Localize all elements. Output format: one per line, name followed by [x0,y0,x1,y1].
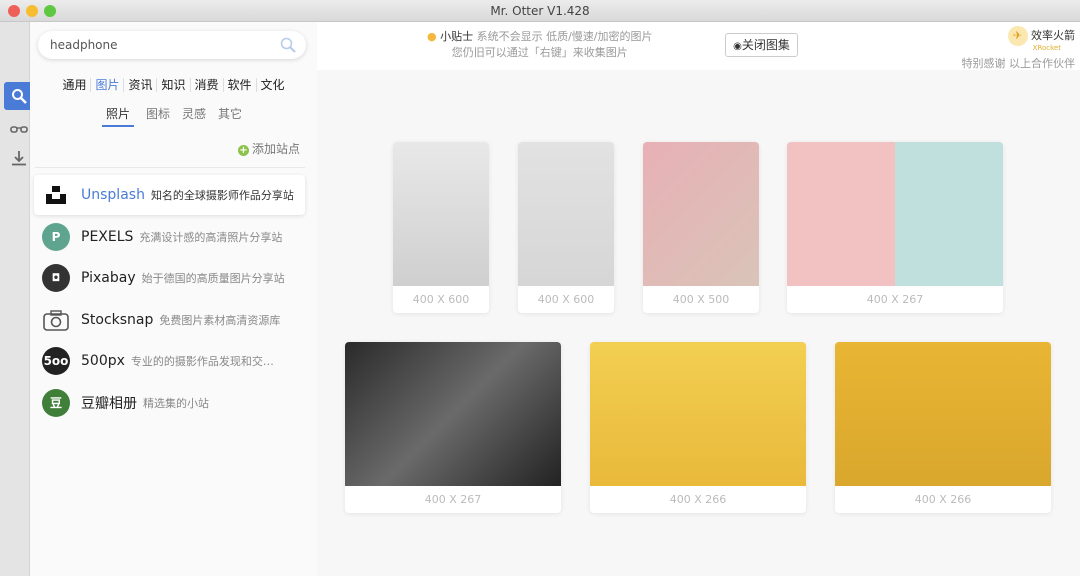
subcategory-tab[interactable]: 照片 [102,105,135,127]
download-icon [11,151,26,166]
site-logo-icon: 5oo [42,347,70,375]
site-item[interactable]: Unsplash 知名的全球摄影师作品分享站 [34,175,305,215]
tip: ● 小贴士 系统不会显示 低质/慢速/加密的图片 您仍旧可以通过「右键」来收集图… [427,29,653,61]
site-item[interactable]: 豆豆瓣相册 精选集的小站 [34,383,305,423]
site-name: PEXELS [81,228,134,245]
glasses-icon [9,126,28,133]
image-size: 400 X 267 [424,493,482,506]
image-size: 400 X 266 [669,493,727,506]
title-bar: Mr. Otter V1.428 [0,0,1080,22]
site-item[interactable]: P PEXELS 充满设计感的高清照片分享站 [34,217,305,257]
site-desc: 专业的的摄影作品发现和交易平台 [130,355,281,368]
image-thumbnail[interactable] [787,142,1003,286]
image-card[interactable]: 400 X 267 [345,342,561,513]
tip-line1: 系统不会显示 低质/慢速/加密的图片 [476,30,653,43]
site-name: 豆瓣相册 [81,395,137,412]
site-desc: 免费图片素材高清资源库 [159,313,281,327]
site-item[interactable]: ◘ Pixabay 始于德国的高质量图片分享站 [34,258,305,298]
subcategory-tab[interactable]: 图标 [146,105,170,127]
close-gallery-label: 关闭图集 [741,38,790,52]
site-name: Pixabay [81,270,136,286]
image-thumbnail[interactable] [835,342,1051,486]
category-tab[interactable]: 通用 [58,78,90,92]
minimize-window-button[interactable] [26,5,38,17]
partner-thanks: 特别感谢 以上合作伙伴 [961,57,1076,70]
subcategory-tabs: 照片 图标 灵感 其它 [102,105,242,127]
image-thumbnail[interactable] [393,142,489,286]
category-tab[interactable]: 知识 [156,78,190,92]
category-tab[interactable]: 图片 [90,78,124,92]
site-logo-icon: P [42,222,70,251]
site-desc: 充满设计感的高清照片分享站 [139,230,283,244]
partner-info[interactable]: ✈ 效率火箭 XRocket 特别感谢 以上合作伙伴 [961,26,1076,72]
maximize-window-button[interactable] [44,5,56,17]
add-site-button[interactable]: + 添加站点 [237,140,300,157]
category-tab[interactable]: 文化 [255,78,289,92]
window-title: Mr. Otter V1.428 [490,4,590,18]
site-name: 500px [81,353,125,369]
category-tab[interactable]: 消费 [189,78,223,92]
plus-icon: + [237,145,249,156]
image-card[interactable]: 400 X 266 [835,342,1051,513]
subcategory-tab[interactable]: 灵感 [182,105,206,127]
image-card[interactable]: 400 X 266 [590,342,806,513]
search-icon[interactable] [280,37,296,53]
close-window-button[interactable] [8,5,20,17]
category-tab[interactable]: 资讯 [123,78,157,92]
site-item[interactable]: Stocksnap 免费图片素材高清资源库 [34,300,305,340]
toggle-icon: ◉ [733,41,742,52]
image-thumbnail[interactable] [643,142,759,286]
image-size: 400 X 600 [537,293,595,306]
close-gallery-button[interactable]: ◉关闭图集 [725,33,798,57]
divider [35,167,305,168]
category-tab[interactable]: 软件 [222,78,256,92]
tip-line2: 您仍旧可以通过「右键」来收集图片 [451,46,628,59]
site-logo-icon: 豆 [42,388,70,417]
search-input[interactable]: headphone [38,31,306,59]
downloads-button[interactable] [4,144,33,172]
image-thumbnail[interactable] [518,142,614,286]
search-value: headphone [50,38,118,52]
image-size: 400 X 500 [672,293,730,306]
category-tabs: 通用 图片 资讯 知识 消费 软件 文化 [30,76,317,93]
pixabay-logo-icon: ◘ [42,264,70,292]
camera-logo-icon [42,306,70,334]
reading-mode-button[interactable] [4,116,33,144]
icon-rail [0,22,33,576]
unsplash-logo-icon [42,181,70,209]
header-bar: ● 小贴士 系统不会显示 低质/慢速/加密的图片 您仍旧可以通过「右键」来收集图… [317,22,1080,70]
site-name: Stocksnap [81,311,154,328]
image-card[interactable]: 400 X 500 [643,142,759,313]
sidebar: headphone 通用 图片 资讯 知识 消费 软件 文化 照片 图标 灵感 其它 + 添加站点 … [30,22,317,576]
image-size: 400 X 600 [412,293,470,306]
site-desc: 知名的全球摄影师作品分享站 [150,189,294,202]
image-size: 400 X 267 [866,293,924,306]
tip-title: 小贴士 [440,30,474,43]
site-desc: 始于德国的高质量图片分享站 [141,272,285,285]
image-thumbnail[interactable] [345,342,561,486]
lightbulb-icon: ● [427,30,437,43]
search-icon [11,89,27,104]
search-mode-button[interactable] [4,82,33,110]
image-card[interactable]: 400 X 600 [518,142,614,313]
image-thumbnail[interactable] [590,342,806,486]
rocket-icon: ✈ [1007,26,1028,46]
subcategory-tab[interactable]: 其它 [218,105,242,127]
site-desc: 精选集的小站 [143,396,209,410]
image-size: 400 X 266 [914,493,972,506]
site-item[interactable]: 5oo 500px 专业的的摄影作品发现和交易平台 [34,341,305,381]
image-card[interactable]: 400 X 267 [787,142,1003,313]
site-name: Unsplash [81,187,145,203]
image-card[interactable]: 400 X 600 [393,142,489,313]
add-site-label: 添加站点 [251,142,300,156]
